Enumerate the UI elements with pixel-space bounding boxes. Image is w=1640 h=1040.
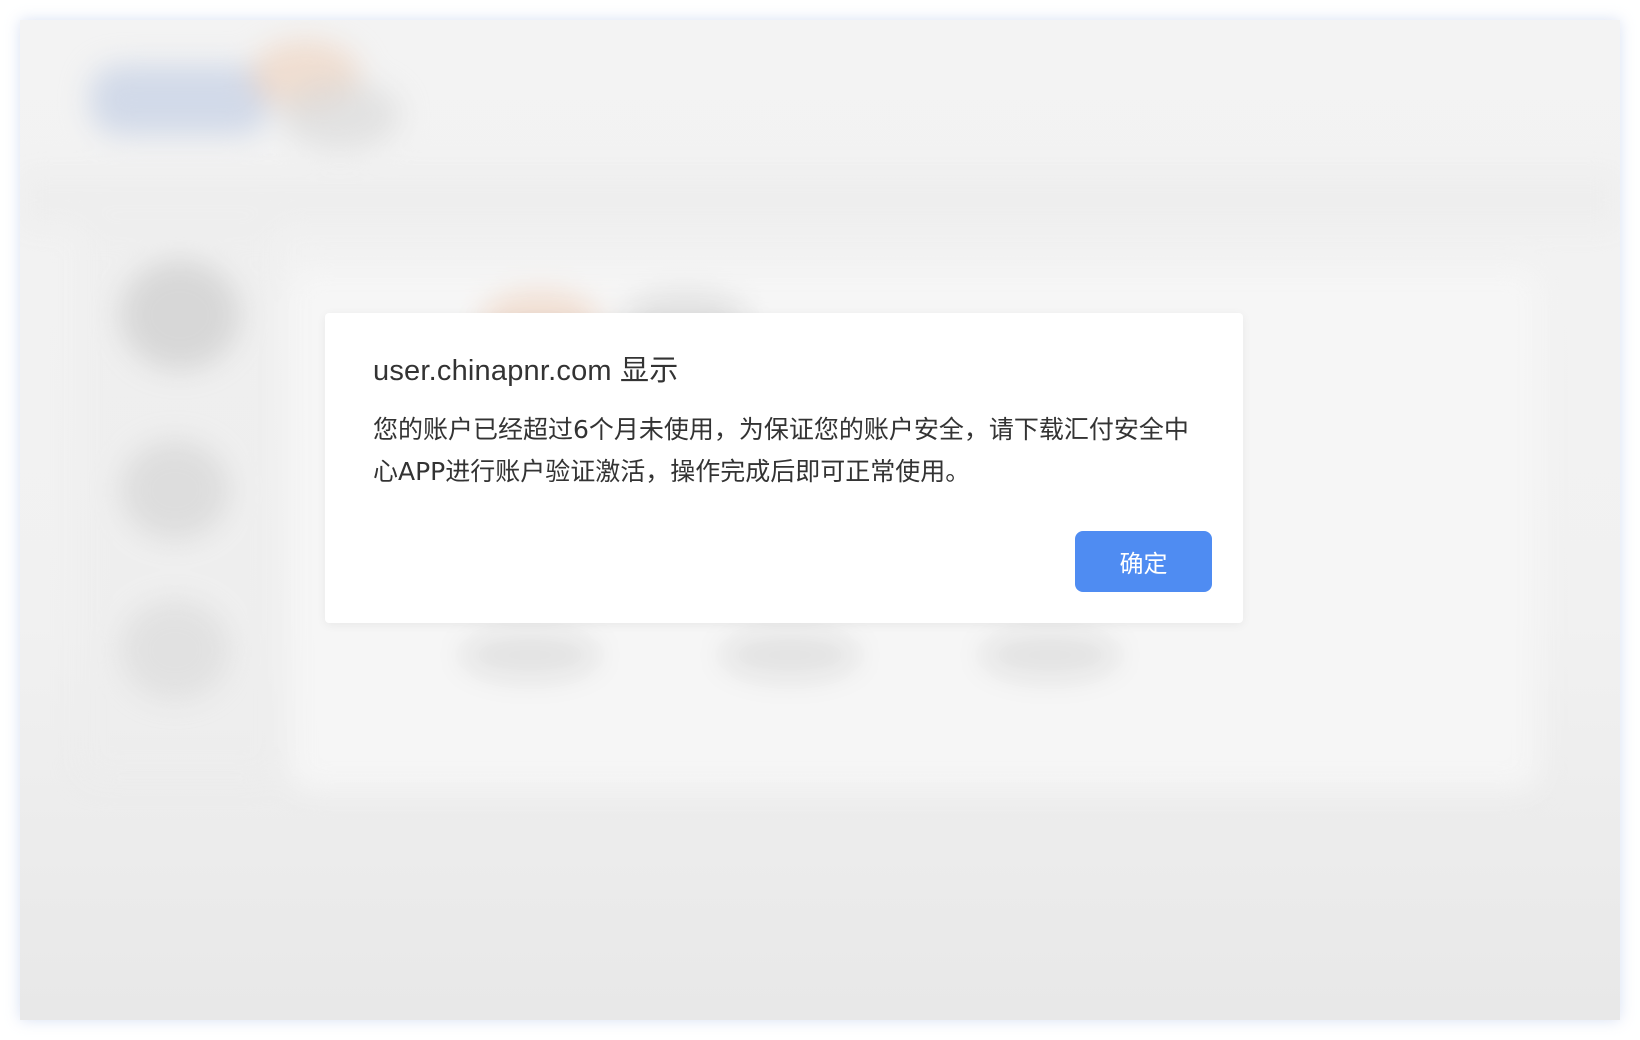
blurred-content-block xyxy=(460,630,600,680)
blurred-sidebar-item xyxy=(120,260,240,370)
blurred-sidebar-item xyxy=(120,600,230,700)
blurred-logo xyxy=(90,65,270,135)
blurred-sidebar-item xyxy=(120,440,230,540)
blurred-content-block xyxy=(980,630,1120,680)
blurred-content-block xyxy=(720,630,860,680)
dialog-message: 您的账户已经超过6个月未使用，为保证您的账户安全，请下载汇付安全中心APP进行账… xyxy=(373,415,1189,486)
confirm-button[interactable]: 确定 xyxy=(1075,531,1212,592)
dialog-title: user.chinapnr.com 显示 xyxy=(373,355,679,387)
alert-dialog: user.chinapnr.com 显示 您的账户已经超过6个月未使用，为保证您… xyxy=(325,313,1243,623)
blurred-logo-text xyxy=(280,80,400,150)
